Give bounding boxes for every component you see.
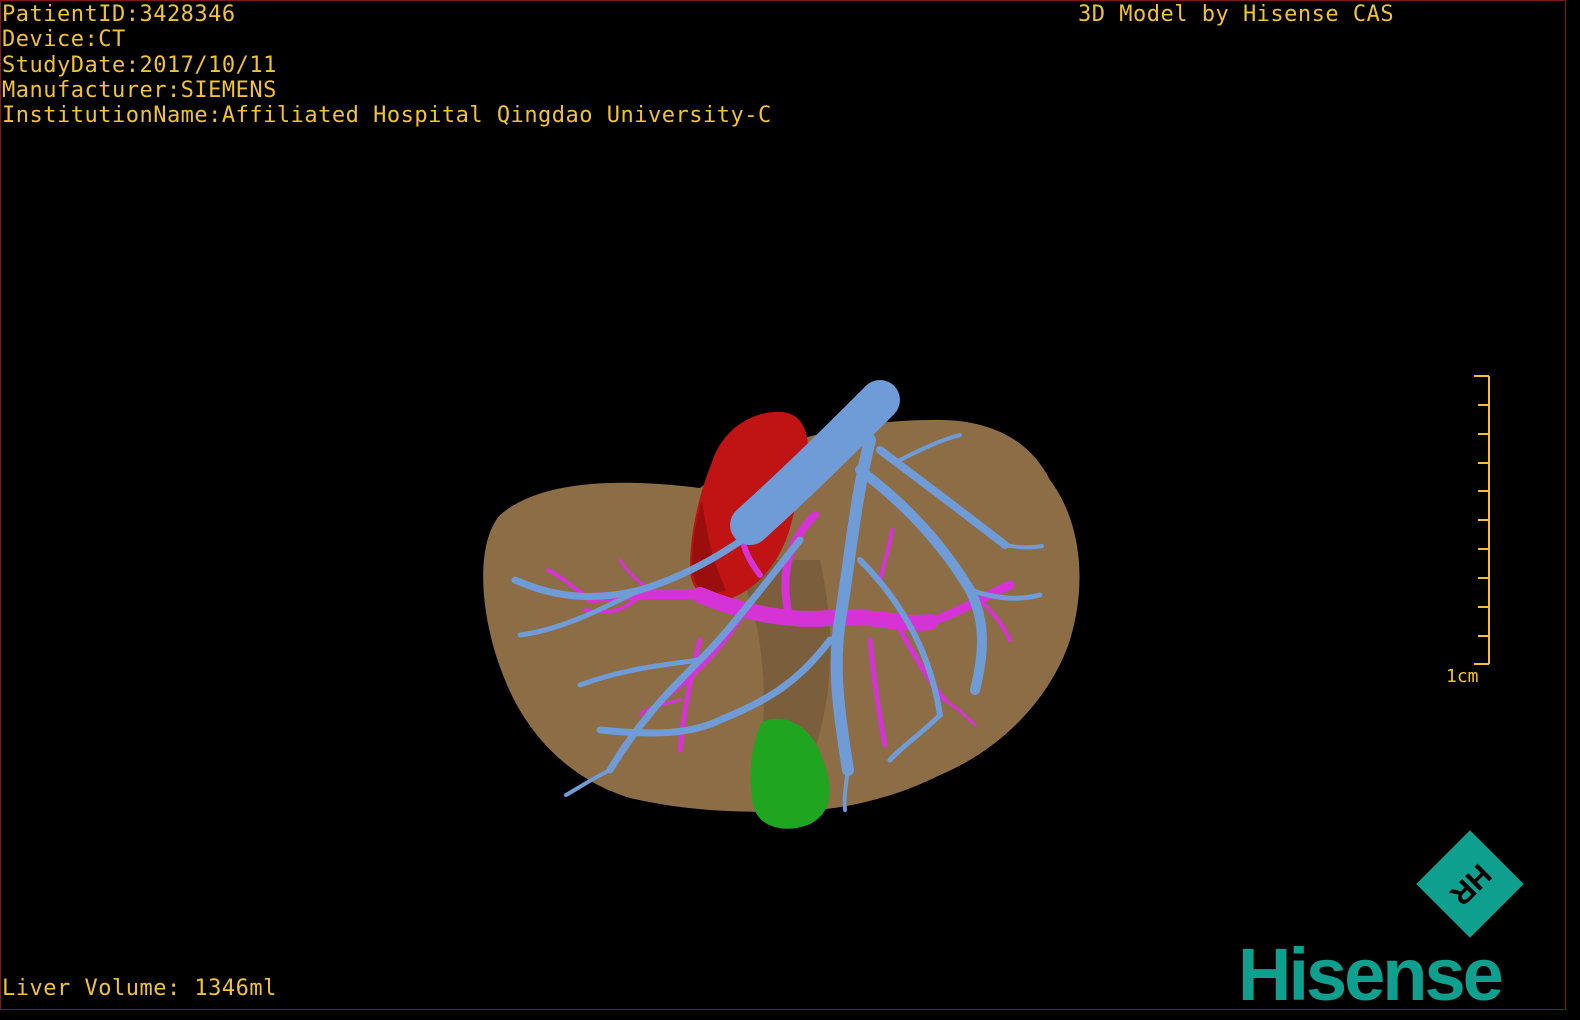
scale-label: 1cm xyxy=(1446,666,1479,687)
hisense-logo: Hisense xyxy=(1238,933,1504,1016)
liver-volume: Liver Volume: 1346ml xyxy=(2,976,277,1001)
viewport-3d[interactable] xyxy=(0,0,1580,1020)
scale-bar xyxy=(1474,375,1490,665)
